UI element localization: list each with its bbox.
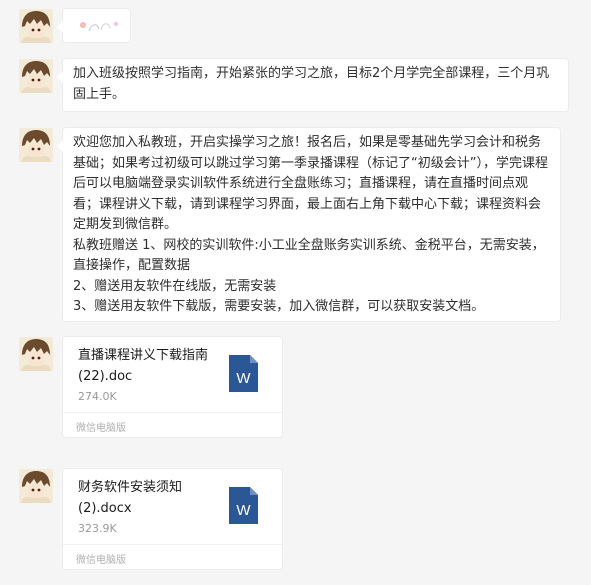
svg-text:W: W <box>236 502 251 519</box>
file-source-label: 微信电脑版 <box>76 555 126 566</box>
file-size: 274.0K <box>78 390 117 403</box>
divider <box>63 544 282 545</box>
sender-avatar[interactable] <box>19 337 53 371</box>
svg-text:W: W <box>236 370 251 387</box>
flower-sticker-icon <box>75 15 123 41</box>
sender-avatar[interactable] <box>19 469 53 503</box>
message-bubble[interactable]: 欢迎您加入私教班，开启实操学习之旅！报名后，如果是零基础先学习会计和税务基础；如… <box>57 128 560 321</box>
sender-avatar[interactable] <box>19 9 53 43</box>
emoji-bubble[interactable] <box>57 9 130 42</box>
sender-avatar[interactable] <box>19 59 53 93</box>
file-name: 财务软件安装须知(2).docx <box>78 480 183 516</box>
file-name: 直播课程讲义下载指南(22).doc <box>78 348 209 384</box>
word-document-icon: W <box>229 355 258 392</box>
word-document-icon: W <box>229 487 258 524</box>
file-source-label: 微信电脑版 <box>76 423 126 434</box>
file-card[interactable]: 财务软件安装须知(2).docx 323.9K W 微信电脑版 <box>63 469 282 569</box>
sender-avatar[interactable] <box>19 128 53 162</box>
divider <box>63 412 282 413</box>
file-card[interactable]: 直播课程讲义下载指南(22).doc 274.0K W 微信电脑版 <box>63 337 282 437</box>
message-bubble[interactable]: 加入班级按照学习指南，开始紧张的学习之旅，目标2个月学完全部课程，三个月巩固上手… <box>57 59 568 111</box>
file-size: 323.9K <box>78 522 117 535</box>
